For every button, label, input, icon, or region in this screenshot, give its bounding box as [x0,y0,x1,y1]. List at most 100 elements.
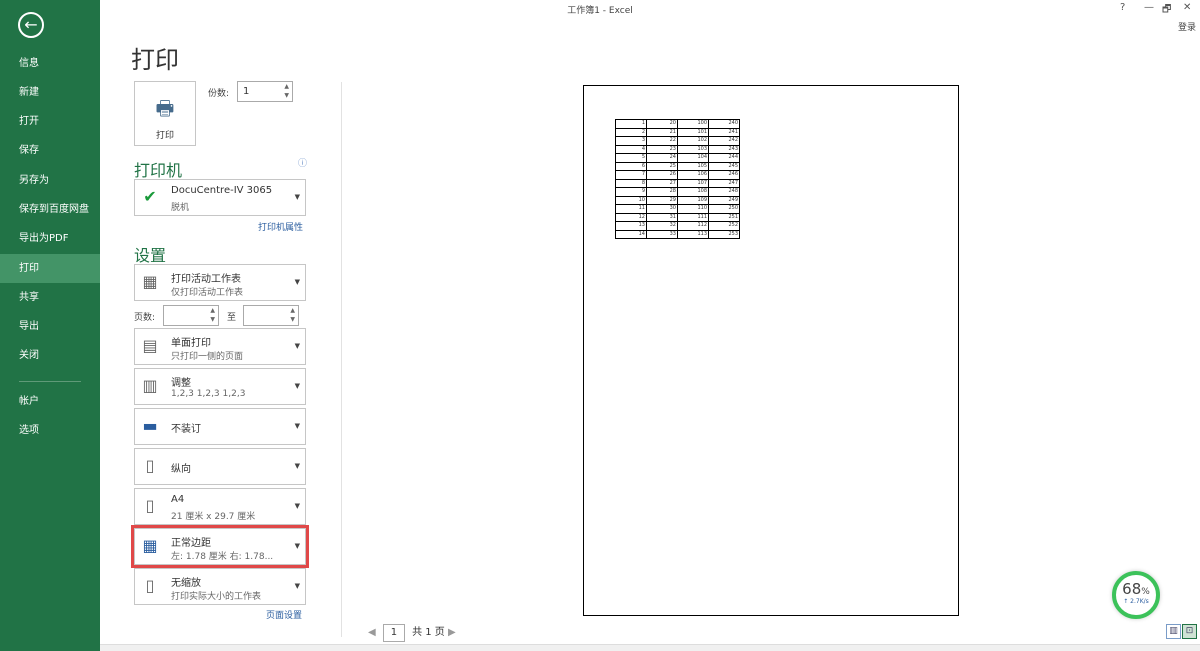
table-row: 6 25 105 245 [615,161,740,171]
pages-label: 页数: [134,313,156,323]
table-cell: 248 [708,187,740,197]
print-preview-page: 1 20 100 240 2 21 101 241 3 22 102 242 4 23 103 243 5 24 1… [583,85,959,616]
table-cell: 242 [708,136,740,146]
sidebar-item[interactable]: 选项 [0,416,100,445]
printer-ready-icon: ✔ [143,187,157,206]
sidebar-item[interactable]: 打开 [0,107,100,136]
table-cell: 31 [646,212,678,222]
table-cell: 4 [615,144,647,154]
copies-value: 1 [243,86,250,97]
table-cell: 8 [615,178,647,188]
sidebar-item[interactable]: 保存 [0,136,100,165]
printer-properties-link[interactable]: 打印机属性 [258,220,303,233]
staple-select[interactable]: ▬ 不装订 ▼ [134,408,306,445]
page-number-input[interactable]: 1 [382,624,405,642]
sides-select[interactable]: ▤ 单面打印 只打印一侧的页面 ▼ [134,328,306,365]
chevron-down-icon: ▼ [294,502,300,510]
chevron-down-icon: ▼ [294,582,300,590]
option-title: 纵向 [171,464,191,475]
table-cell: 245 [708,161,740,171]
page-navigator: ◀ 1 共 1 页 ▶ [368,623,456,642]
sidebar-item[interactable]: 导出 [0,312,100,341]
info-icon[interactable]: ⓘ [298,156,307,169]
table-cell: 103 [677,144,709,154]
spinner-arrows-icon[interactable]: ▲ ▼ [210,306,215,324]
option-desc: 1,2,3 1,2,3 1,2,3 [171,389,246,399]
table-cell: 104 [677,153,709,163]
table-cell: 250 [708,204,740,214]
table-cell: 106 [677,170,709,180]
login-link[interactable]: 登录 [1178,20,1196,33]
paper-size-select[interactable]: ▯ A4 21 厘米 x 29.7 厘米 ▼ [134,488,306,525]
spinner-arrows-icon[interactable]: ▲ ▼ [284,82,289,100]
option-desc: 仅打印活动工作表 [171,288,244,298]
pages-to-input[interactable]: ▲ ▼ [243,305,299,326]
spinner-arrows-icon[interactable]: ▲ ▼ [290,306,295,324]
zoom-to-page-icon[interactable]: ⊡ [1182,624,1197,639]
page-title: 打印 [131,46,179,74]
sidebar-item[interactable]: 共享 [0,283,100,312]
table-cell: 5 [615,153,647,163]
table-cell: 1 [615,119,647,129]
restore-button[interactable]: 🗗 [1162,2,1171,19]
table-cell: 2 [615,127,647,137]
option-desc: 只打印一侧的页面 [171,352,244,362]
option-title: 不装订 [171,424,201,435]
close-button[interactable]: ✕ [1183,2,1191,13]
copies-input[interactable]: 1 ▲ ▼ [237,81,293,102]
table-row: 14 33 113 253 [615,229,740,239]
portrait-page-icon: ▯ [145,456,155,475]
option-title: 调整 [171,378,191,389]
table-cell: 107 [677,178,709,188]
collate-select[interactable]: ▥ 调整 1,2,3 1,2,3 1,2,3 ▼ [134,368,306,405]
help-icon[interactable]: ? [1120,2,1125,13]
window-title: 工作簿1 - Excel [567,6,633,16]
table-cell: 108 [677,187,709,197]
printer-heading: 打印机 [134,161,183,180]
table-cell: 112 [677,221,709,231]
chevron-down-icon: ▼ [294,462,300,470]
pages-from-input[interactable]: ▲ ▼ [163,305,219,326]
margins-select[interactable]: ▦ 正常边距 左: 1.78 厘米 右: 1.78... ▼ [131,525,309,568]
settings-heading: 设置 [134,246,167,265]
sidebar-item[interactable]: 新建 [0,78,100,107]
page-setup-link[interactable]: 页面设置 [266,608,302,621]
show-margins-icon[interactable]: ▥ [1166,624,1181,639]
prev-page-icon[interactable]: ◀ [368,627,376,638]
table-cell: 27 [646,178,678,188]
sidebar-item[interactable]: 信息 [0,49,100,78]
table-cell: 243 [708,144,740,154]
scale-100-icon: ▯ [145,576,155,595]
paper-icon: ▯ [145,496,155,515]
table-cell: 25 [646,161,678,171]
print-what-select[interactable]: ▦ 打印活动工作表 仅打印活动工作表 ▼ [134,264,306,301]
table-cell: 102 [677,136,709,146]
table-row: 13 32 112 252 [615,221,740,231]
preview-table: 1 20 100 240 2 21 101 241 3 22 102 242 4 23 103 243 5 24 1… [615,119,740,239]
network-speed-widget[interactable]: 68% ↑ 2.7K/s [1112,571,1160,619]
table-cell: 6 [615,161,647,171]
sidebar-item[interactable]: 帐户 [0,387,100,416]
orientation-select[interactable]: ▯ 纵向 ▼ [134,448,306,485]
table-cell: 10 [615,195,647,205]
table-cell: 3 [615,136,647,146]
printer-select[interactable]: ✔ DocuCentre-IV 3065 脱机 ▼ [134,179,306,216]
backstage-sidebar: ← 信息 新建 打开 保存 另存为 保存到百度网盘 导出为PDF 打印 共享 导出 关闭 帐户 选项 [0,0,100,651]
stapler-icon: ▬ [142,416,158,435]
print-button-label: 打印 [155,131,174,141]
table-cell: 113 [677,229,709,239]
print-button[interactable]: 🖶 打印 [134,81,196,146]
sidebar-item[interactable]: 另存为 [0,166,100,195]
table-row: 3 22 102 242 [615,136,740,146]
table-row: 4 23 103 243 [615,144,740,154]
sidebar-item[interactable]: 打印 [0,254,100,283]
option-desc: 21 厘米 x 29.7 厘米 [171,512,256,522]
scaling-select[interactable]: ▯ 无缩放 打印实际大小的工作表 ▼ [134,568,306,605]
table-cell: 110 [677,204,709,214]
chevron-down-icon: ▼ [294,382,300,390]
sidebar-item[interactable]: 关闭 [0,341,100,370]
next-page-icon[interactable]: ▶ [448,627,456,638]
minimize-button[interactable]: — [1144,2,1154,13]
sidebar-item[interactable]: 导出为PDF [0,224,100,253]
sidebar-item[interactable]: 保存到百度网盘 [0,195,100,224]
